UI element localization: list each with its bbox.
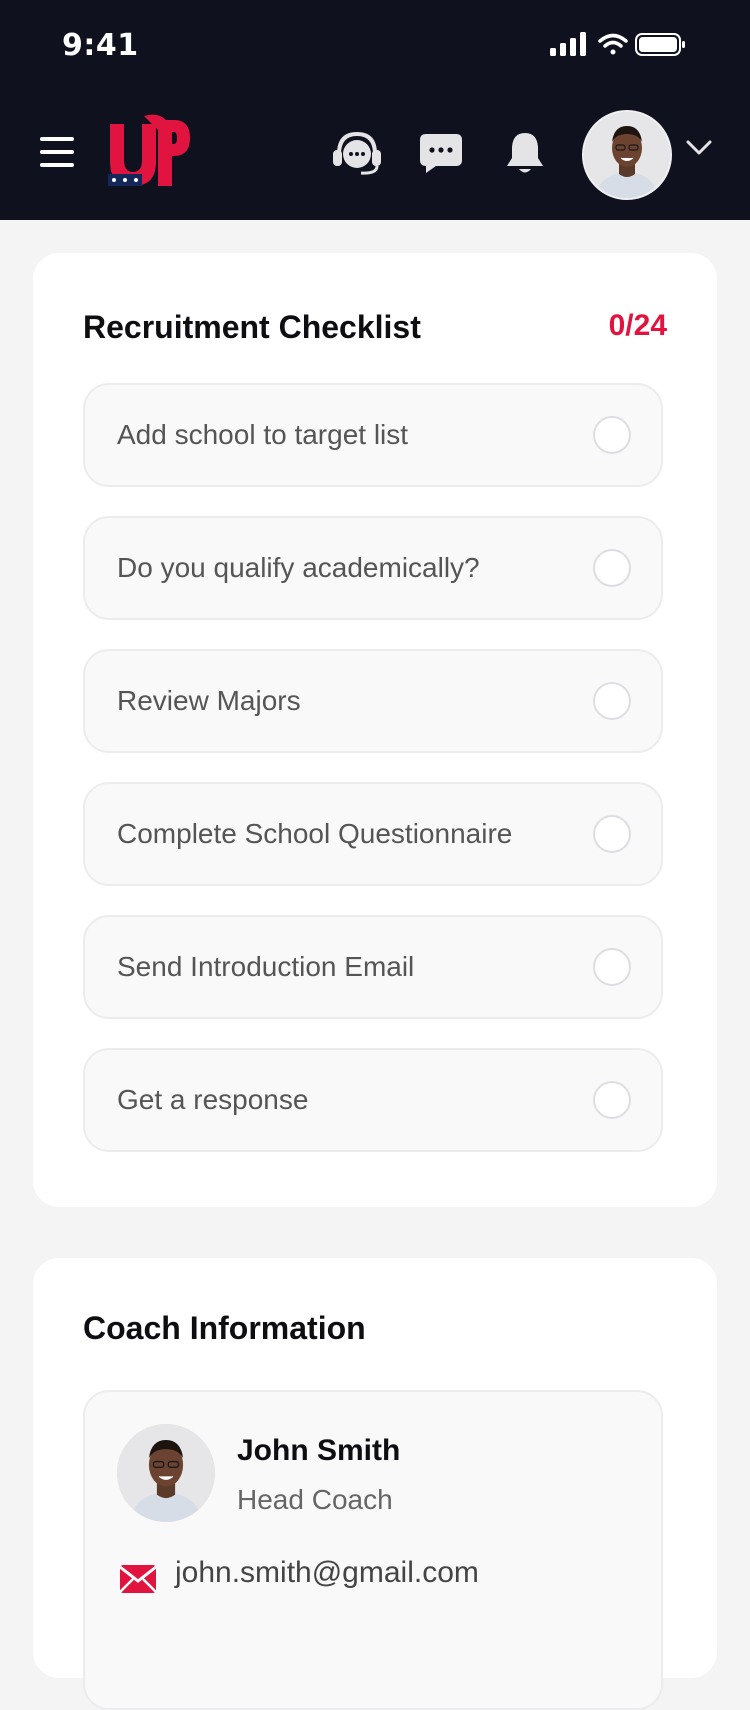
checklist-item-label: Get a response <box>117 1084 309 1115</box>
signal-icon <box>550 32 586 56</box>
recruitment-checklist-card: Recruitment Checklist 0/24 Add school to… <box>33 253 717 1207</box>
coach-avatar <box>117 1424 215 1522</box>
menu-icon[interactable] <box>40 137 76 167</box>
checklist-item-label: Complete School Questionnaire <box>117 818 513 849</box>
checklist-item-checkbox[interactable] <box>593 416 631 454</box>
checklist-item[interactable]: Get a response <box>83 1048 663 1152</box>
checklist-item-label: Add school to target list <box>117 419 409 450</box>
checklist-title: Recruitment Checklist <box>83 309 421 345</box>
coach-section-title: Coach Information <box>83 1310 366 1346</box>
status-icons <box>550 30 690 65</box>
checklist-item[interactable]: Add school to target list <box>83 383 663 487</box>
checklist-item-label: Review Majors <box>117 685 301 716</box>
status-time: 9:41 <box>62 28 139 63</box>
checklist-item-label: Send Introduction Email <box>117 951 415 982</box>
checklist-item[interactable]: Complete School Questionnaire <box>83 782 663 886</box>
checklist-item[interactable]: Send Introduction Email <box>83 915 663 1019</box>
wifi-icon <box>598 33 628 55</box>
coach-information-card: Coach Information John Smith Head Coach <box>33 1258 717 1710</box>
user-avatar[interactable] <box>582 110 672 200</box>
checklist-item-checkbox[interactable] <box>593 1081 631 1119</box>
checklist-item-checkbox[interactable] <box>593 549 631 587</box>
checklist-item[interactable]: Review Majors <box>83 649 663 753</box>
checklist-item-checkbox[interactable] <box>593 815 631 853</box>
app-header: 9:41 <box>0 0 750 220</box>
checklist-progress: 0/24 <box>608 309 667 342</box>
chevron-down-icon[interactable] <box>686 140 712 161</box>
coach-contact-box: John Smith Head Coach john.smith@gmail.c… <box>83 1390 663 1710</box>
coach-role: Head Coach <box>237 1484 393 1515</box>
checklist-item[interactable]: Do you qualify academically? <box>83 516 663 620</box>
checklist-item-label: Do you qualify academically? <box>117 552 480 583</box>
coach-email-link[interactable]: john.smith@gmail.com <box>175 1556 479 1590</box>
support-headset-icon[interactable] <box>330 126 384 180</box>
coach-name: John Smith <box>237 1434 401 1467</box>
chat-bubble-icon[interactable] <box>414 126 468 180</box>
bell-icon[interactable] <box>498 126 552 180</box>
checklist-item-checkbox[interactable] <box>593 682 631 720</box>
mail-icon <box>119 1564 157 1599</box>
checklist-item-checkbox[interactable] <box>593 948 631 986</box>
app-logo[interactable] <box>108 114 190 194</box>
battery-icon <box>635 33 685 56</box>
